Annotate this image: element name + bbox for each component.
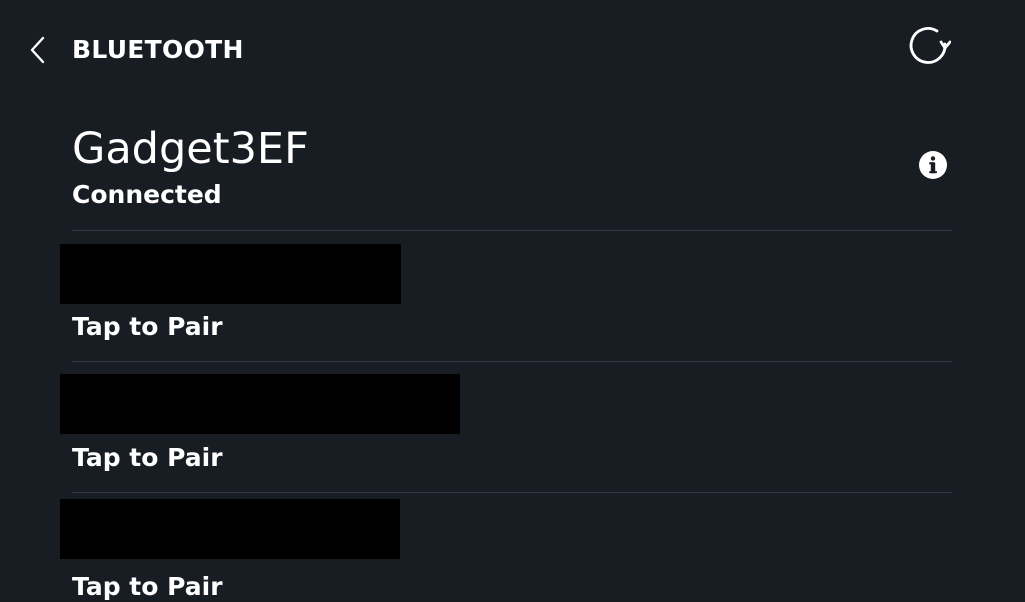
device-status: Connected bbox=[72, 180, 222, 209]
list-divider bbox=[72, 230, 952, 231]
device-status: Tap to Pair bbox=[72, 443, 223, 472]
device-list-item[interactable]: Tap to Pair bbox=[60, 374, 952, 504]
device-list-item[interactable]: Tap to Pair bbox=[60, 499, 952, 602]
list-divider bbox=[72, 361, 952, 362]
connected-device-item[interactable]: Gadget3EF Connected bbox=[72, 116, 952, 230]
bluetooth-settings-screen: BLUETOOTH Gadget3EF Connected Tap to Pai… bbox=[0, 0, 1025, 602]
info-button[interactable] bbox=[918, 150, 948, 180]
info-icon bbox=[918, 150, 948, 180]
redacted-device-name bbox=[60, 374, 460, 434]
device-list-item[interactable]: Tap to Pair bbox=[60, 244, 952, 374]
redacted-device-name bbox=[60, 244, 401, 304]
redacted-device-name bbox=[60, 499, 400, 559]
device-list: Gadget3EF Connected Tap to Pair Tap to P… bbox=[0, 0, 1025, 602]
device-name: Gadget3EF bbox=[72, 124, 309, 174]
list-divider bbox=[72, 492, 952, 493]
device-status: Tap to Pair bbox=[72, 572, 223, 601]
device-status: Tap to Pair bbox=[72, 312, 223, 341]
